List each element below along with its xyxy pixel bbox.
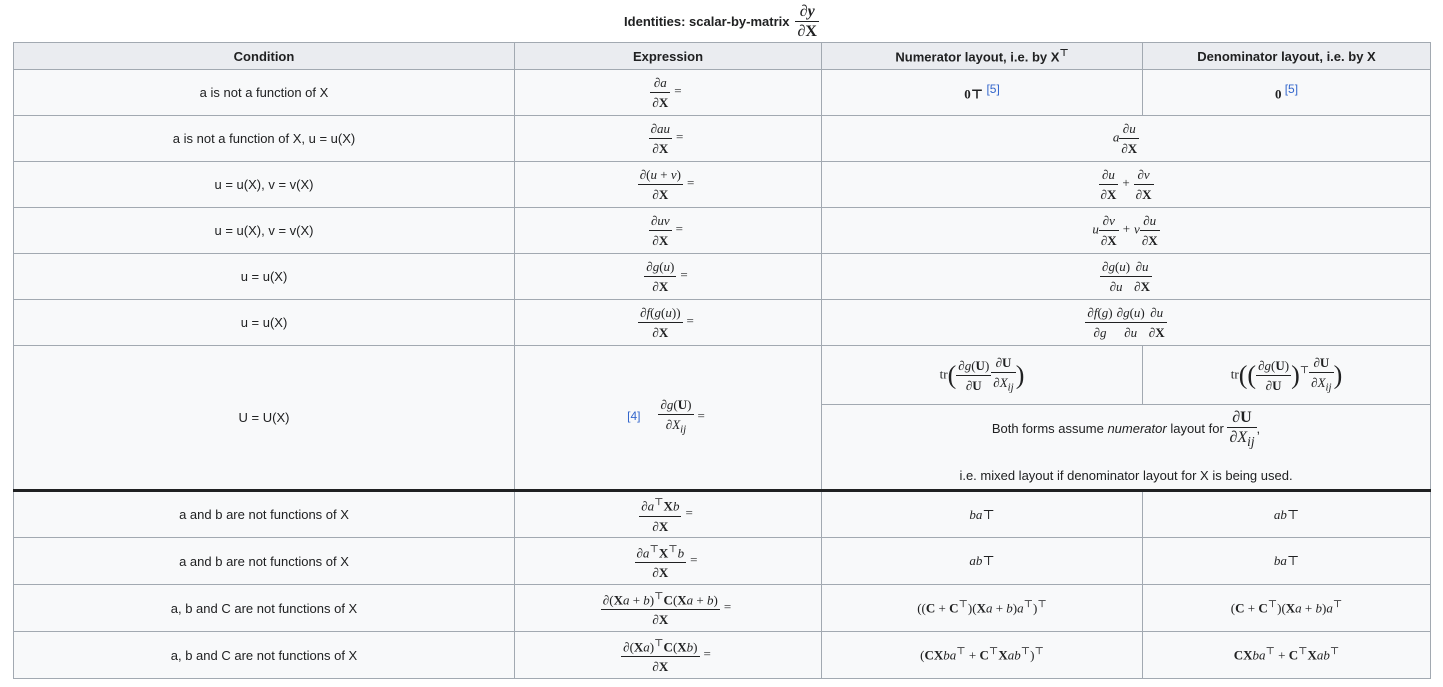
expression-cell: ∂a⊤X⊤b ∂X =: [514, 537, 822, 585]
numerator-cell: ab⊤: [821, 537, 1143, 585]
table-caption: Identities: scalar-by-matrix ∂y ∂X: [0, 0, 1443, 42]
reference-link[interactable]: [5]: [1285, 82, 1298, 96]
result-cell: u ∂v ∂X + v ∂u ∂X: [821, 207, 1431, 254]
condition-cell: a and b are not functions of X: [13, 537, 515, 585]
condition-cell: a and b are not functions of X: [13, 489, 515, 538]
table-row: u = u(X) ∂g(u) ∂X = ∂g(u) ∂u ∂u ∂X: [13, 253, 1431, 300]
denominator-cell: ba⊤: [1142, 537, 1431, 585]
expression-cell: ∂(u + v) ∂X =: [514, 161, 822, 208]
condition-cell: U = U(X): [13, 345, 515, 491]
caption-text: Identities: scalar-by-matrix: [624, 13, 790, 29]
denominator-cell: CXba⊤ + C⊤Xab⊤: [1142, 631, 1431, 679]
layout-note-line-2: i.e. mixed layout if denominator layout …: [959, 467, 1293, 483]
table-row: u = u(X), v = v(X) ∂(u + v) ∂X = ∂u ∂X + ∂v ∂X: [13, 161, 1431, 208]
caption-fraction: ∂y ∂X: [795, 2, 819, 40]
expression-cell: ∂g(u) ∂X =: [514, 253, 822, 300]
expression-cell: ∂a ∂X =: [514, 69, 822, 116]
table-row: a and b are not functions of X ∂a⊤X⊤b ∂X =…: [13, 537, 1431, 585]
condition-cell: a, b and C are not functions of X: [13, 584, 515, 632]
numerator-value: ba⊤: [969, 506, 995, 522]
header-expression: Expression: [514, 42, 822, 70]
numerator-cell: tr(∂g(U) ∂U ∂U ∂Xij): [821, 345, 1143, 405]
numerator-cell: ba⊤: [821, 489, 1143, 538]
result-cell: ∂u ∂X + ∂v ∂X: [821, 161, 1431, 208]
denominator-cell: (C + C⊤)(Xa + b)a⊤: [1142, 584, 1431, 632]
table-row: a is not a function of X, u = u(X) ∂au ∂X…: [13, 115, 1431, 162]
condition-cell: a is not a function of X, u = u(X): [13, 115, 515, 162]
expression-cell: ∂(Xa)⊤C(Xb) ∂X =: [514, 631, 822, 679]
expression-cell: ∂au ∂X =: [514, 115, 822, 162]
expression-cell: ∂uv ∂X =: [514, 207, 822, 254]
table-row: a, b and C are not functions of X ∂(Xa)⊤…: [13, 631, 1431, 679]
expression-cell: ∂a⊤Xb ∂X =: [514, 489, 822, 538]
numerator-cell: ((C + C⊤)(Xa + b)a⊤)⊤: [821, 584, 1143, 632]
denominator-cell: tr((∂g(U) ∂U)⊤ ∂U ∂Xij): [1142, 345, 1431, 405]
header-row: Condition Expression Numerator layout, i…: [13, 42, 1431, 70]
table-row: a, b and C are not functions of X ∂(Xa +…: [13, 584, 1431, 632]
header-numerator: Numerator layout, i.e. by X⊤: [821, 42, 1143, 70]
expression-cell: ∂f(g(u)) ∂X =: [514, 299, 822, 346]
result-cell: ∂f(g) ∂g ∂g(u) ∂u ∂u ∂X: [821, 299, 1431, 346]
layout-note-line-1: Both forms assume numerator layout for ∂…: [991, 409, 1261, 450]
table-row: a and b are not functions of X ∂a⊤Xb ∂X = …: [13, 489, 1431, 538]
header-numerator-text: Numerator layout, i.e. by X: [895, 49, 1060, 65]
result-cell: a ∂u ∂X: [821, 115, 1431, 162]
numerator-value: ab⊤: [969, 553, 995, 568]
numerator-value: 0⊤: [964, 86, 984, 102]
denominator-cell: ab⊤: [1142, 489, 1431, 538]
condition-cell: u = u(X), v = v(X): [13, 161, 515, 208]
reference-link[interactable]: [4]: [627, 409, 640, 423]
layout-note-cell: Both forms assume numerator layout for ∂…: [821, 404, 1431, 491]
table-row: u = u(X), v = v(X) ∂uv ∂X = u ∂v ∂X + v ∂u ∂X: [13, 207, 1431, 254]
condition-cell: a, b and C are not functions of X: [13, 631, 515, 679]
denominator-value: ab⊤: [1273, 506, 1300, 522]
numerator-cell: (CXba⊤ + C⊤Xab⊤)⊤: [821, 631, 1143, 679]
header-denominator: Denominator layout, i.e. by X: [1142, 42, 1431, 70]
condition-cell: u = u(X): [13, 253, 515, 300]
numerator-cell: 0⊤ [5]: [821, 69, 1143, 116]
condition-cell: a is not a function of X: [13, 69, 515, 116]
condition-cell: u = u(X): [13, 299, 515, 346]
denominator-cell: 0 [5]: [1142, 69, 1431, 116]
denominator-value: 0: [1274, 86, 1282, 102]
condition-cell: u = u(X), v = v(X): [13, 207, 515, 254]
result-cell: ∂g(u) ∂u ∂u ∂X: [821, 253, 1431, 300]
denominator-value: ba⊤: [1273, 553, 1300, 568]
header-numerator-sup: ⊤: [1059, 47, 1069, 59]
expression-cell: ∂(Xa + b)⊤C(Xa + b) ∂X =: [514, 584, 822, 632]
header-condition: Condition: [13, 42, 515, 70]
expression-cell: [4] ∂g(U) ∂Xij =: [514, 345, 822, 491]
table-row: U = U(X) [4] ∂g(U) ∂Xij = tr(∂g(U) ∂U ∂U ∂Xij)…: [13, 345, 1431, 491]
table-row: u = u(X) ∂f(g(u)) ∂X = ∂f(g) ∂g ∂g(u) ∂u ∂u ∂X: [13, 299, 1431, 346]
table-row: a is not a function of X ∂a ∂X = 0⊤ [5] 0 …: [13, 69, 1431, 116]
identities-table: Condition Expression Numerator layout, i…: [13, 42, 1431, 679]
reference-link[interactable]: [5]: [986, 82, 999, 96]
